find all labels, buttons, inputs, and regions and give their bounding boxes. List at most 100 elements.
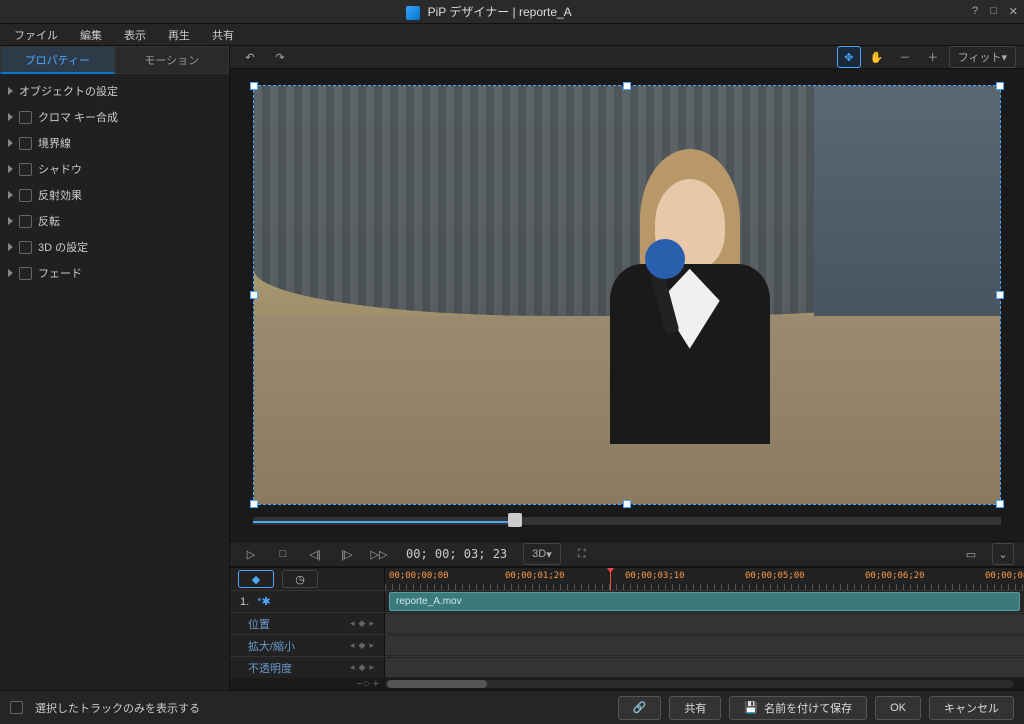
prop-reflection[interactable]: 反射効果 [0,182,229,208]
timeline-ruler[interactable]: 00;00;00;00 00;00;01;20 00;00;03;10 00;0… [385,568,1024,590]
zoom-fit-dropdown[interactable]: フィット ▾ [949,46,1016,68]
3d-dropdown[interactable]: 3D ▾ [523,543,561,565]
checkbox[interactable] [19,215,32,228]
app-icon [406,6,420,20]
only-selected-checkbox[interactable] [10,701,23,714]
maximize-button[interactable]: □ [990,5,997,18]
chevron-right-icon [8,87,13,95]
resize-handle[interactable] [250,82,258,90]
preview-area [230,69,1024,541]
menubar: ファイル 編集 表示 再生 共有 [0,24,1024,46]
timeline-zoom-out[interactable]: −○ [356,678,369,690]
next-frame-button[interactable]: |▷ [336,543,358,565]
tab-properties[interactable]: プロパティー [0,46,115,74]
share-button[interactable]: 共有 [669,696,721,720]
resize-handle[interactable] [623,82,631,90]
resize-handle[interactable] [623,500,631,508]
playhead[interactable] [610,568,611,590]
play-button[interactable]: ▷ [240,543,262,565]
expand-button[interactable]: ⌄ [992,543,1014,565]
clock-mode-button[interactable]: ◷ [282,570,318,588]
prop-border[interactable]: 境界線 [0,130,229,156]
menu-edit[interactable]: 編集 [70,25,112,45]
ok-button[interactable]: OK [875,696,921,720]
add-key-icon[interactable]: ◆ [359,640,366,651]
save-icon: 💾 [744,701,758,714]
prop-label: 反射効果 [38,187,82,203]
ruler-tick: 00;00;03;10 [625,571,685,581]
prev-key-icon[interactable]: ◂ [350,662,355,673]
zoom-out-button[interactable]: － [893,46,917,68]
prev-key-icon[interactable]: ◂ [350,618,355,629]
undo-button[interactable]: ↶ [238,46,262,68]
resize-handle[interactable] [996,291,1004,299]
hand-tool[interactable]: ✋ [865,46,889,68]
chevron-right-icon [8,191,13,199]
checkbox[interactable] [19,163,32,176]
keyframe-mode-button[interactable]: ◆ [238,570,274,588]
timeline-scrollbar[interactable] [385,680,1014,688]
add-key-icon[interactable]: ◆ [359,618,366,629]
move-tool[interactable]: ✥ [837,46,861,68]
close-button[interactable]: ✕ [1009,5,1018,18]
link-button[interactable]: 🔗 [618,696,662,720]
cancel-button[interactable]: キャンセル [929,696,1014,720]
prop-object-settings[interactable]: オブジェクトの設定 [0,78,229,104]
snapshot-button[interactable]: ▭ [960,543,982,565]
checkbox[interactable] [19,241,32,254]
preview-canvas[interactable] [253,85,1001,505]
resize-handle[interactable] [250,291,258,299]
ruler-tick: 00;00;08;10 [985,571,1024,581]
prop-shadow[interactable]: シャドウ [0,156,229,182]
track-opacity[interactable]: 不透明度◂◆▸ [230,657,385,678]
prop-chroma-key[interactable]: クロマ キー合成 [0,104,229,130]
resize-handle[interactable] [250,500,258,508]
tab-motion[interactable]: モーション [115,46,230,74]
chevron-right-icon [8,139,13,147]
track-header[interactable]: 1.*✱ [230,591,385,612]
prop-label: クロマ キー合成 [38,109,118,125]
next-key-icon[interactable]: ▸ [369,640,374,651]
zoom-in-button[interactable]: ＋ [921,46,945,68]
checkbox[interactable] [19,111,32,124]
prop-label: 3D の設定 [38,239,88,255]
ruler-tick: 00;00;06;20 [865,571,925,581]
menu-view[interactable]: 表示 [114,25,156,45]
next-key-icon[interactable]: ▸ [369,618,374,629]
ruler-tick: 00;00;00;00 [389,571,449,581]
checkbox[interactable] [19,137,32,150]
fast-forward-button[interactable]: ▷▷ [368,543,390,565]
prop-label: オブジェクトの設定 [19,83,118,99]
save-as-button[interactable]: 💾名前を付けて保存 [729,696,867,720]
resize-handle[interactable] [996,500,1004,508]
resize-handle[interactable] [996,82,1004,90]
prop-label: シャドウ [38,161,82,177]
fullscreen-button[interactable]: ⛶ [571,543,593,565]
preview-scrubber[interactable] [253,517,1001,525]
track-scale[interactable]: 拡大/縮小◂◆▸ [230,635,385,656]
help-button[interactable]: ? [972,5,978,18]
checkbox[interactable] [19,189,32,202]
redo-button[interactable]: ↷ [268,46,292,68]
timecode-display[interactable]: 00; 00; 03; 23 [400,547,513,561]
prop-3d-settings[interactable]: 3D の設定 [0,234,229,260]
menu-file[interactable]: ファイル [4,25,68,45]
prev-frame-button[interactable]: ◁| [304,543,326,565]
menu-play[interactable]: 再生 [158,25,200,45]
next-key-icon[interactable]: ▸ [369,662,374,673]
footer-bar: 選択したトラックのみを表示する 🔗 共有 💾名前を付けて保存 OK キャンセル [0,690,1024,724]
menu-share[interactable]: 共有 [202,25,244,45]
scrubber-thumb[interactable] [508,513,522,527]
prev-key-icon[interactable]: ◂ [350,640,355,651]
timeline-zoom-in[interactable]: + [373,678,379,690]
prop-flip[interactable]: 反転 [0,208,229,234]
timeline-clip[interactable]: reporte_A.mov [389,592,1020,611]
track-position[interactable]: 位置◂◆▸ [230,613,385,634]
prop-label: 反転 [38,213,60,229]
add-key-icon[interactable]: ◆ [359,662,366,673]
stop-button[interactable]: □ [272,543,294,565]
checkbox[interactable] [19,267,32,280]
prop-fade[interactable]: フェード [0,260,229,286]
sidebar: プロパティー モーション オブジェクトの設定 クロマ キー合成 境界線 シャドウ… [0,46,230,690]
ruler-tick: 00;00;01;20 [505,571,565,581]
